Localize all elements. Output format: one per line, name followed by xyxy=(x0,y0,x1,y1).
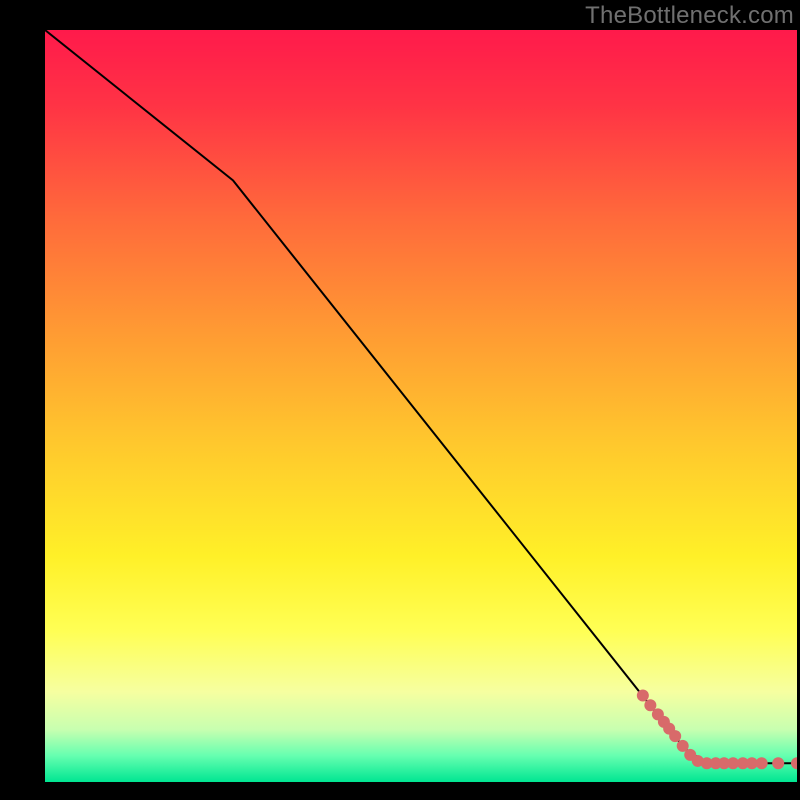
scatter-point xyxy=(637,690,649,702)
gradient-background xyxy=(45,30,797,782)
scatter-point xyxy=(756,757,768,769)
chart-frame: TheBottleneck.com xyxy=(0,0,800,800)
scatter-point xyxy=(669,730,681,742)
watermark-text: TheBottleneck.com xyxy=(585,2,794,30)
scatter-point xyxy=(772,757,784,769)
chart-svg xyxy=(45,30,797,782)
plot-area xyxy=(45,30,797,782)
